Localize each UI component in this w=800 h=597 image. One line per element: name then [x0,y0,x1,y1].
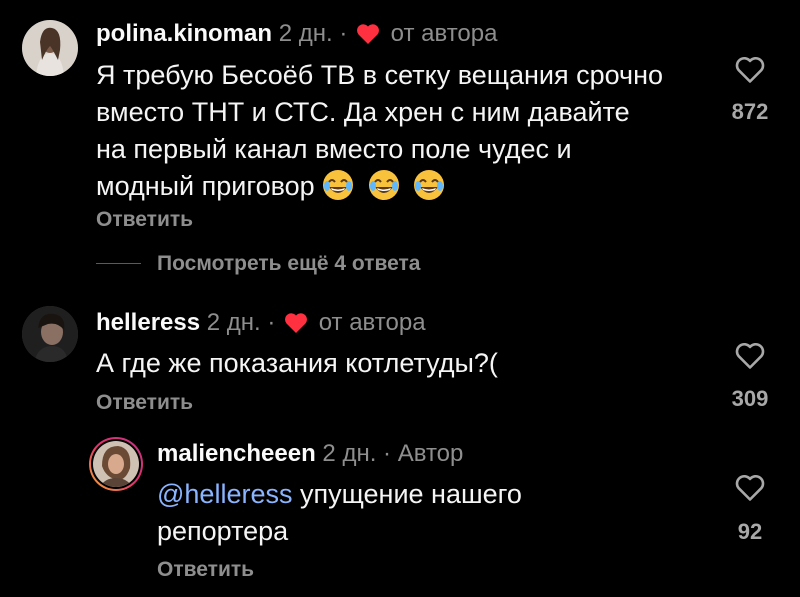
reply-button[interactable]: Ответить [96,389,193,417]
emoji-group [322,169,451,201]
comment-meta: polina.kinoman 2 дн. · от автора [96,18,497,54]
view-more-replies-button[interactable]: Посмотреть ещё 4 ответа [157,250,420,278]
like-count: 309 [731,386,769,411]
avatar-polina[interactable] [22,20,78,76]
username[interactable]: polina.kinoman [96,20,272,47]
timestamp: 2 дн. [278,20,333,47]
separator: · [267,309,276,336]
reply-button[interactable]: Ответить [157,556,254,584]
username[interactable]: helleress [96,309,200,336]
comment-1: polina.kinoman 2 дн. · от автора Я требу… [0,0,800,290]
separator: · [339,20,348,47]
reply-button[interactable]: Ответить [96,206,193,234]
replies-divider [96,263,141,264]
mention-link[interactable]: @helleress [157,479,292,509]
comment-meta: helleress 2 дн. · от автора [96,307,426,343]
comment-text: @helleress упущение нашего репортера [157,476,587,550]
timestamp: 2 дн. [206,309,261,336]
like-count: 92 [737,519,763,544]
comment-2: helleress 2 дн. · от автора А где же пок… [0,290,800,430]
avatar-maliencheeen[interactable] [88,436,144,492]
laughing-emoji-icon [413,169,445,201]
heart-outline-icon[interactable] [735,342,765,375]
timestamp: 2 дн. [322,440,377,467]
author-like-label: от автора [318,309,426,336]
reply-comment: maliencheeen 2 дн. · Автор @helleress уп… [0,430,800,597]
username[interactable]: maliencheeen [157,440,316,467]
separator: · [383,440,392,467]
comment-text: А где же показания котлетуды?( [96,348,498,378]
heart-filled-icon [356,22,380,54]
comment-meta: maliencheeen 2 дн. · Автор [157,438,463,470]
avatar-helleress[interactable] [22,306,78,362]
heart-outline-icon[interactable] [735,474,765,507]
comment-text: Я требую Бесоёб ТВ в сетку вещания срочн… [96,57,666,205]
laughing-emoji-icon [368,169,400,201]
author-badge: Автор [397,440,464,467]
author-like-label: от автора [390,20,498,47]
laughing-emoji-icon [322,169,354,201]
like-count: 872 [731,99,769,124]
heart-filled-icon [284,311,308,343]
heart-outline-icon[interactable] [735,56,765,89]
